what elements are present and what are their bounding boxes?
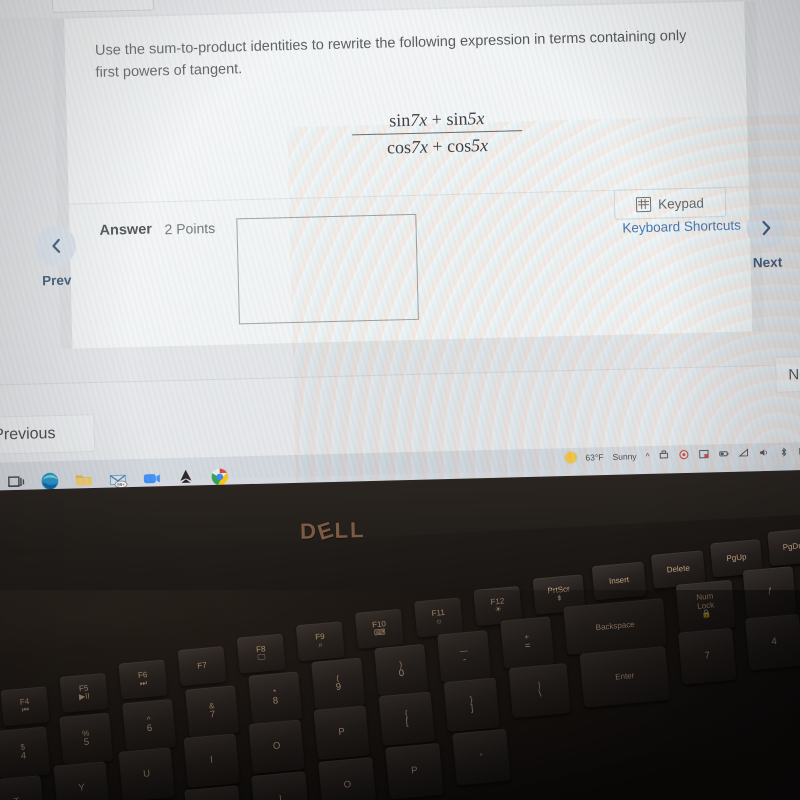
key-4[interactable]: $4 bbox=[0, 726, 51, 779]
chevron-right-icon[interactable] bbox=[746, 207, 788, 249]
key-equals[interactable]: + = bbox=[500, 616, 555, 669]
numerator-arg2: 5x bbox=[467, 108, 485, 129]
key-f5[interactable]: F5 ▶II bbox=[59, 672, 109, 713]
previous-page-button[interactable]: ◂ Previous bbox=[0, 414, 96, 456]
lock-icon: 🔒 bbox=[701, 608, 712, 619]
tray-expand-caret-icon[interactable]: ^ bbox=[645, 451, 649, 461]
key-quote[interactable]: " bbox=[452, 728, 511, 786]
denominator-arg1: 7x bbox=[410, 136, 429, 157]
numerator-fn1: sin bbox=[389, 109, 411, 131]
denominator-fn1: cos bbox=[386, 136, 412, 158]
key-f10[interactable]: F10 ⌨ bbox=[354, 608, 404, 649]
key-t-upper[interactable]: T bbox=[0, 775, 45, 800]
key-p[interactable]: P bbox=[313, 705, 370, 760]
key-i-lower[interactable]: I bbox=[251, 771, 310, 800]
key-bracket-right[interactable]: }] bbox=[443, 677, 500, 733]
security-shield-tray-icon[interactable] bbox=[678, 449, 689, 460]
key-0[interactable]: ) 0 bbox=[374, 643, 429, 697]
keypad-button-label: Keypad bbox=[657, 195, 705, 212]
key-enter[interactable]: Enter bbox=[579, 646, 671, 708]
key-pgdn[interactable]: PgDn bbox=[767, 527, 800, 567]
next-page-button[interactable]: Nex bbox=[774, 354, 800, 393]
key-f6[interactable]: F6 ⏭ bbox=[118, 659, 168, 700]
key-6[interactable]: ^ 6 bbox=[122, 698, 177, 752]
key-i[interactable]: I bbox=[183, 733, 240, 788]
weather-description[interactable]: Sunny bbox=[612, 451, 636, 462]
key-numpad-7[interactable]: 7 bbox=[678, 627, 737, 685]
key-p-lower[interactable]: P bbox=[385, 742, 444, 800]
key-num-lock[interactable]: Num Lock 🔒 bbox=[675, 579, 736, 633]
key-numpad-4[interactable]: 4 bbox=[745, 613, 800, 671]
answer-label: Answer bbox=[99, 221, 153, 239]
denominator-fn2: cos bbox=[446, 135, 472, 157]
previous-page-label: Previous bbox=[0, 425, 56, 444]
key-f9[interactable]: F9 ⌕ bbox=[295, 621, 345, 662]
key-u[interactable]: U bbox=[118, 747, 175, 800]
fraction-denominator: cos7x + cos5x bbox=[352, 133, 523, 159]
numerator-plus: + bbox=[427, 109, 447, 130]
key-minus[interactable]: — - bbox=[437, 630, 492, 683]
numerator-arg1: 7x bbox=[410, 109, 428, 130]
laptop-photo: Question 6 ▾ of 20 Step 1 of 1 No Time L… bbox=[0, 0, 800, 800]
key-f7[interactable]: F7 bbox=[177, 646, 227, 687]
network-tray-icon[interactable] bbox=[738, 447, 749, 458]
keypad-icon bbox=[635, 196, 652, 212]
key-u-lower[interactable]: U bbox=[184, 785, 243, 800]
key-7[interactable]: & 7 bbox=[185, 685, 240, 738]
prev-button-label: Prev bbox=[41, 272, 72, 289]
battery-tray-icon[interactable] bbox=[718, 448, 729, 459]
key-o[interactable]: O bbox=[248, 719, 305, 774]
denominator-arg2: 5x bbox=[470, 134, 489, 156]
key-8[interactable]: * 8 bbox=[248, 671, 303, 724]
answer-input[interactable] bbox=[236, 213, 419, 325]
chevron-left-icon[interactable] bbox=[35, 225, 77, 267]
key-9[interactable]: (9 bbox=[311, 657, 366, 710]
key-backslash[interactable]: | \ bbox=[508, 663, 571, 719]
weather-temperature[interactable]: 63°F bbox=[585, 452, 603, 462]
fraction-numerator: sin7x + sin5x bbox=[352, 107, 523, 133]
volume-tray-icon[interactable] bbox=[758, 447, 769, 458]
key-y[interactable]: Y bbox=[53, 761, 110, 800]
prev-question-button[interactable]: Prev bbox=[16, 225, 96, 289]
keypad-button[interactable]: Keypad bbox=[613, 186, 727, 220]
key-insert[interactable]: Insert bbox=[591, 561, 647, 601]
denominator-plus: + bbox=[427, 136, 448, 157]
key-numpad-slash[interactable]: / bbox=[742, 566, 797, 619]
printer-tray-icon[interactable] bbox=[658, 450, 669, 461]
next-button-label: Next bbox=[752, 254, 783, 271]
key-5[interactable]: % 5 bbox=[59, 712, 114, 766]
key-o-lower[interactable]: O bbox=[318, 757, 377, 800]
laptop-screen: Question 6 ▾ of 20 Step 1 of 1 No Time L… bbox=[0, 0, 800, 526]
answer-points-label: 2 Points bbox=[164, 219, 216, 238]
key-f4[interactable]: F4 ⏮ bbox=[0, 686, 50, 727]
math-expression: sin7x + sin5x cos7x + cos5x bbox=[352, 107, 523, 159]
key-f11[interactable]: F11 ☼ bbox=[414, 597, 464, 638]
onedrive-tray-icon[interactable] bbox=[698, 448, 709, 459]
numerator-fn2: sin bbox=[446, 108, 468, 130]
key-bracket-left[interactable]: {[ bbox=[378, 691, 435, 746]
bluetooth-tray-icon[interactable] bbox=[778, 446, 789, 457]
weather-sun-icon bbox=[565, 451, 577, 464]
next-question-button[interactable]: Next bbox=[727, 207, 800, 271]
key-f8[interactable]: F8 🖵 bbox=[236, 633, 286, 674]
